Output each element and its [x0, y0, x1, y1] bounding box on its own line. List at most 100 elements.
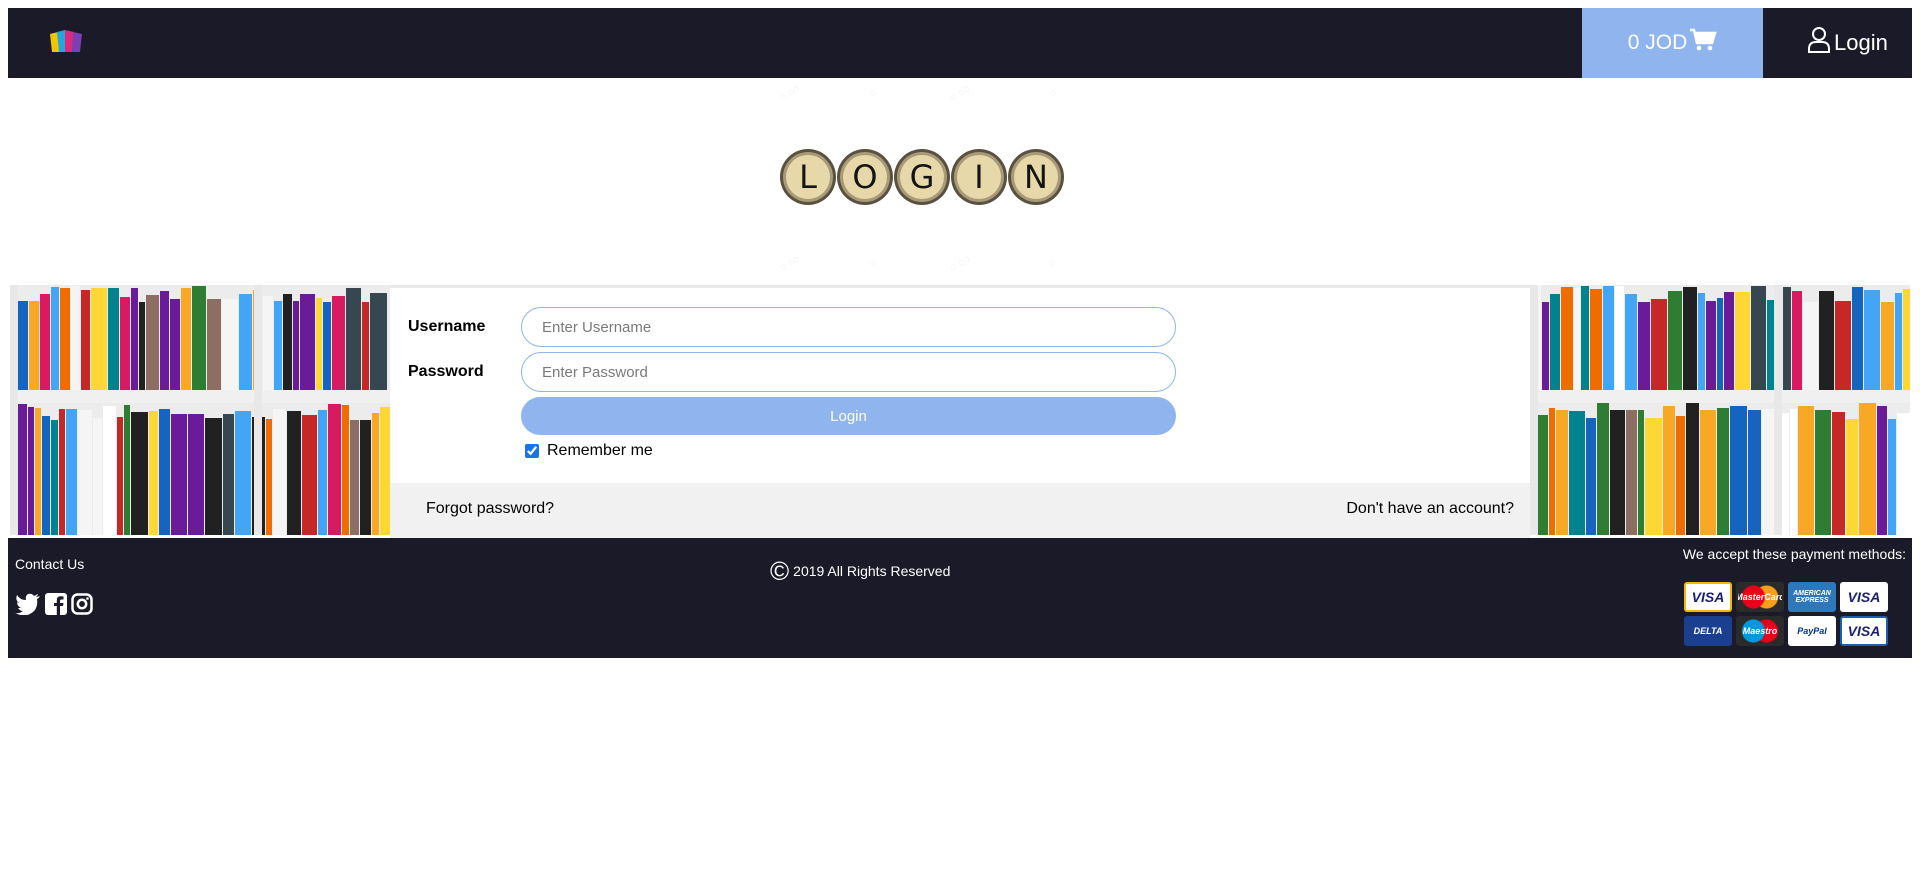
- payment-card-label: VISA: [1691, 589, 1725, 605]
- book-spine: [302, 415, 317, 535]
- book-spine: [266, 419, 272, 535]
- book-spine: [1700, 410, 1716, 535]
- book-spine: [380, 407, 390, 535]
- book-spine: [293, 301, 299, 390]
- book-spine: [1625, 294, 1637, 390]
- book-spine: [1717, 408, 1729, 535]
- book-spine: [235, 411, 251, 535]
- twitter-icon[interactable]: [15, 593, 41, 615]
- login-link-label: Login: [1834, 30, 1888, 55]
- book-spine: [108, 288, 119, 390]
- book-spine: [1586, 418, 1596, 535]
- instagram-icon[interactable]: [71, 593, 93, 615]
- book-spine: [103, 406, 116, 535]
- book-spine: [160, 291, 169, 390]
- book-spine: [207, 299, 221, 390]
- book-spine: [328, 404, 341, 535]
- shelf-divider: [1774, 285, 1782, 535]
- book-spine: [1561, 287, 1573, 390]
- book-spine: [159, 409, 170, 535]
- book-spine: [28, 407, 34, 535]
- remember-me-checkbox[interactable]: [525, 444, 539, 458]
- book-spine: [1864, 290, 1880, 390]
- shelf-divider: [1530, 285, 1538, 535]
- book-spine: [59, 409, 65, 535]
- cart-total: 0 JOD: [1627, 31, 1688, 54]
- login-link[interactable]: Login: [1808, 8, 1888, 78]
- login-form: Username Password Login Remember me Forg…: [390, 285, 1530, 538]
- book-spine: [332, 296, 345, 390]
- book-spine: [71, 286, 80, 390]
- login-section: Username Password Login Remember me Forg…: [10, 285, 1910, 538]
- book-spine: [1574, 287, 1580, 390]
- book-spine: [60, 288, 70, 390]
- book-spine: [1888, 419, 1896, 535]
- book-spine: [323, 302, 331, 390]
- shopping-cart-icon: [1687, 28, 1717, 58]
- book-spine: [370, 293, 387, 390]
- book-spine: [51, 420, 58, 535]
- book-spine: [318, 410, 327, 535]
- forgot-password-link[interactable]: Forgot password?: [426, 500, 554, 518]
- books-logo-icon[interactable]: [48, 28, 92, 58]
- cart-button[interactable]: 0 JOD: [1582, 8, 1763, 78]
- signup-link[interactable]: Don't have an account?: [1346, 500, 1514, 518]
- payment-card-label: AMERICAN EXPRESS: [1793, 590, 1831, 604]
- book-spine: [40, 294, 50, 390]
- book-spine: [222, 299, 238, 390]
- book-spine: [346, 288, 361, 390]
- book-spine: [1550, 294, 1560, 390]
- book-spine: [1638, 302, 1650, 390]
- book-spine: [29, 301, 39, 390]
- book-spine: [131, 412, 148, 535]
- book-spine: [287, 411, 301, 535]
- book-spine: [1603, 286, 1614, 390]
- book-spine: [1638, 410, 1644, 535]
- book-spine: [263, 296, 273, 390]
- typewriter-key: L: [780, 149, 836, 205]
- book-spine: [372, 413, 379, 535]
- book-spine: [1569, 411, 1585, 535]
- password-input[interactable]: [521, 352, 1176, 392]
- top-navbar: 0 JOD Login: [8, 8, 1912, 78]
- book-spine: [1832, 412, 1845, 535]
- username-input[interactable]: [521, 307, 1176, 347]
- typewriter-keys: LOG I N: [780, 149, 1064, 205]
- book-spine: [360, 420, 371, 535]
- paypal-icon: PayPal: [1788, 616, 1836, 646]
- book-spine: [1852, 287, 1863, 390]
- book-spine: [66, 409, 77, 535]
- book-spine: [171, 414, 187, 535]
- contact-us-link[interactable]: Contact Us: [15, 556, 84, 572]
- book-spine: [350, 420, 359, 535]
- book-spine: [1676, 416, 1685, 535]
- username-label: Username: [408, 318, 486, 335]
- book-spine: [1706, 301, 1716, 390]
- payment-card-label: VISA: [1847, 623, 1881, 639]
- copyright-icon: ©: [770, 556, 790, 586]
- book-spine: [188, 414, 204, 535]
- book-spine: [35, 408, 41, 535]
- visa-card-icon: VISA: [1684, 582, 1732, 612]
- social-links: [15, 593, 93, 615]
- book-spine: [239, 294, 252, 390]
- shelf-divider: [254, 285, 262, 535]
- book-spine: [1668, 291, 1682, 390]
- shelf-board: [1530, 390, 1910, 403]
- copyright: © 2019 All Rights Reserved: [770, 558, 950, 584]
- book-spine: [223, 414, 234, 535]
- login-submit-button[interactable]: Login: [521, 397, 1176, 435]
- payment-card-label: PayPal: [1797, 625, 1827, 636]
- book-spine: [274, 301, 282, 390]
- remember-me[interactable]: Remember me: [525, 442, 653, 460]
- login-banner-image: ◌ ◌◌ ◌ ◌ ◌◌ ◌ ◌ ◌◌ ◌ ◌ ◌◌ ◌ LOGIN: [760, 80, 1080, 280]
- book-spine: [283, 294, 292, 390]
- payment-card-label: DELTA: [1693, 625, 1723, 636]
- payment-card-label: VISA: [1847, 589, 1881, 605]
- facebook-icon[interactable]: [45, 593, 67, 615]
- book-spine: [1717, 298, 1723, 390]
- book-spine: [131, 288, 138, 390]
- book-spine: [42, 416, 50, 535]
- book-spine: [1645, 418, 1662, 535]
- password-label: Password: [408, 363, 484, 380]
